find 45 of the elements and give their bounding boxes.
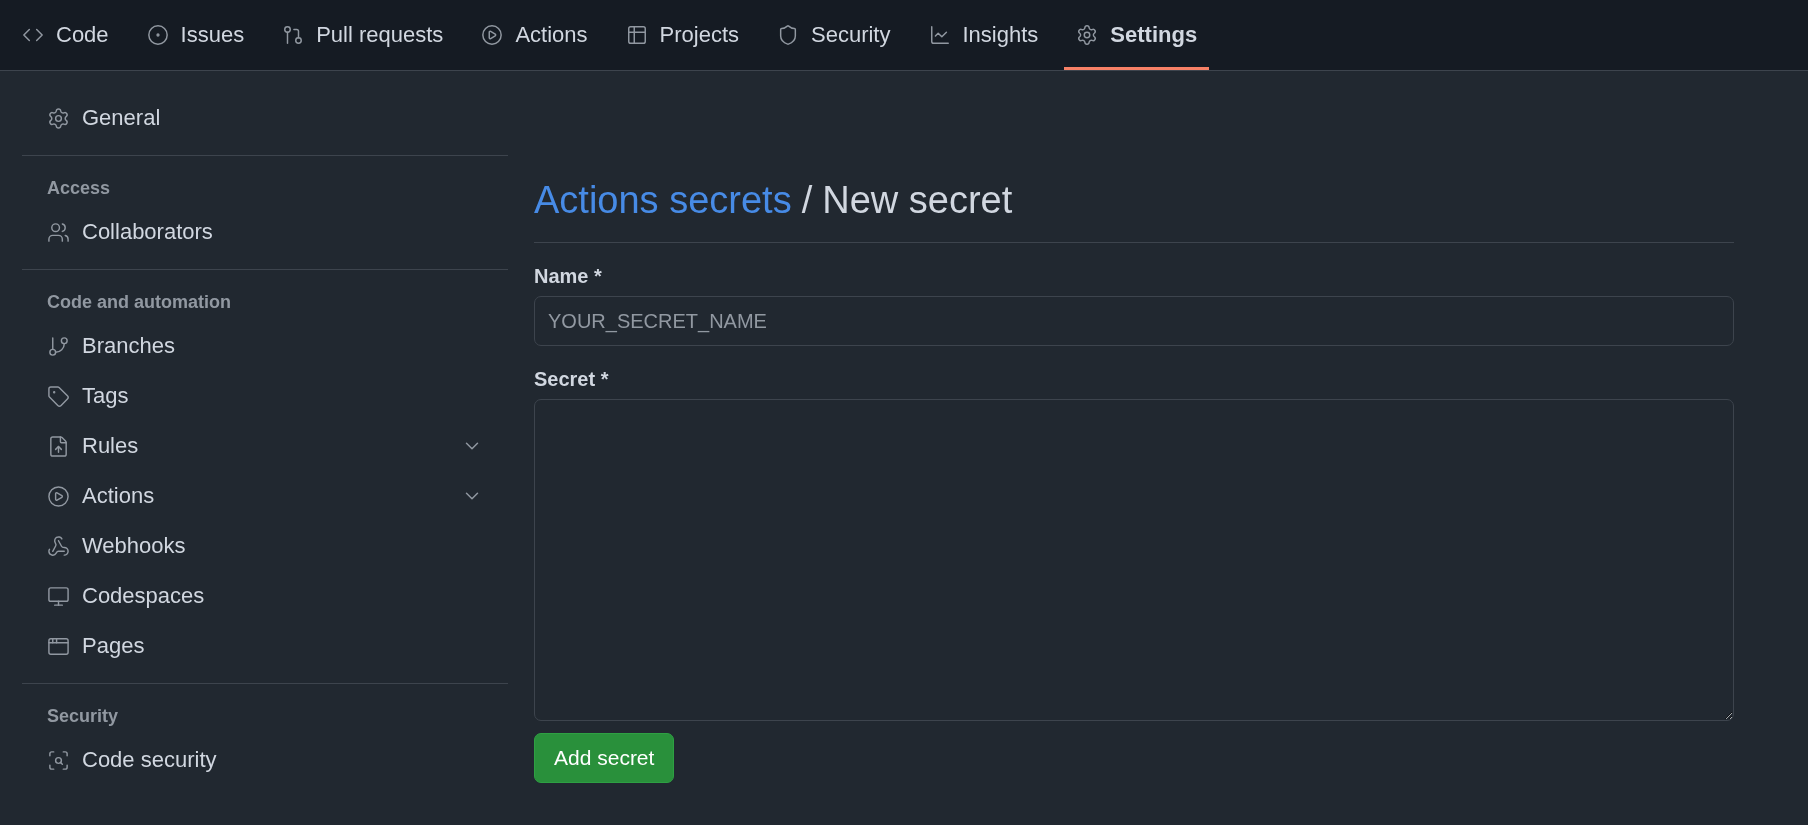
secret-text-area[interactable] xyxy=(534,399,1734,721)
monitor-icon xyxy=(47,584,70,608)
breadcrumb-separator: / xyxy=(801,179,813,222)
add-secret-button[interactable]: Add secret xyxy=(534,733,675,783)
settings-icon xyxy=(1076,24,1099,46)
sidebar-item[interactable]: Actions xyxy=(22,471,508,521)
table-icon xyxy=(625,24,648,46)
section-heading: Code and automation xyxy=(46,291,232,314)
circle-dot-icon xyxy=(146,24,169,46)
shield-icon xyxy=(777,24,799,46)
play-icon xyxy=(47,484,70,508)
sidebar-item[interactable]: Code security xyxy=(22,735,508,785)
sidebar-item[interactable]: Webhooks xyxy=(22,521,508,571)
nav-tab[interactable]: Insights xyxy=(928,0,1055,70)
nav-tab[interactable]: Actions xyxy=(481,0,604,70)
breadcrumb-link[interactable]: Actions secrets xyxy=(534,179,792,222)
document-arrow-icon xyxy=(47,434,70,458)
page-title: New secret xyxy=(822,179,1013,222)
play-icon xyxy=(481,24,504,46)
nav-tab[interactable]: Pull requests xyxy=(282,0,460,70)
sidebar-item[interactable]: Branches xyxy=(22,321,508,371)
sidebar-item[interactable]: General xyxy=(22,93,508,143)
sidebar-item[interactable]: Tags xyxy=(22,371,508,421)
pull-request-icon xyxy=(282,24,305,46)
settings-icon xyxy=(47,106,70,130)
field-label: Name * xyxy=(534,265,603,288)
webhook-icon xyxy=(47,534,70,558)
nav-tab[interactable]: Code xyxy=(22,0,125,70)
field-label: Secret * xyxy=(534,368,610,391)
line-chart-icon xyxy=(928,24,951,46)
sidebar-item[interactable]: Rules xyxy=(22,421,508,471)
search-code-icon xyxy=(47,748,70,772)
branch-icon xyxy=(47,334,70,358)
section-heading: Access xyxy=(46,177,112,200)
nav-tab[interactable]: Settings xyxy=(1064,0,1210,70)
people-icon xyxy=(47,220,70,244)
name-input-field[interactable]: YOUR_SECRET_NAME xyxy=(534,296,1734,346)
nav-tab[interactable]: Security xyxy=(777,0,907,70)
tag-icon xyxy=(47,384,70,408)
sidebar-item[interactable]: Pages xyxy=(22,621,508,671)
section-heading: Security xyxy=(46,705,120,728)
nav-tab[interactable]: Projects xyxy=(625,0,755,70)
nav-tab[interactable]: Issues xyxy=(146,0,261,70)
sidebar-item[interactable]: Collaborators xyxy=(22,207,508,257)
sidebar-item[interactable]: Codespaces xyxy=(22,571,508,621)
